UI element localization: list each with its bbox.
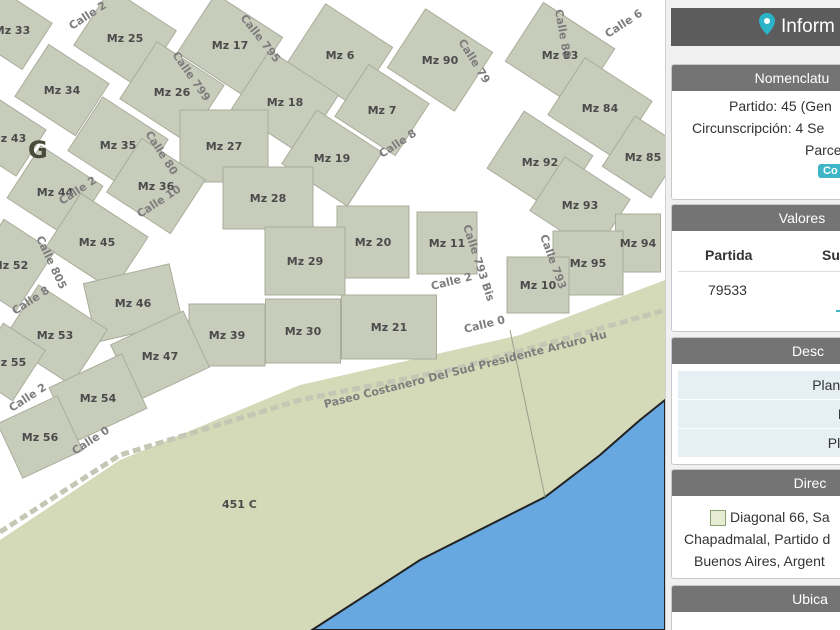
block-label: Mz 52 [0,259,28,272]
ubicacion-card: Ubica [671,585,840,630]
info-mark-icon [836,310,840,312]
block-label: Mz 11 [429,237,466,250]
block-label: Mz 30 [285,325,322,338]
partido-text: Partido: 45 (Gen [729,98,832,114]
direccion-card: Direc Diagonal 66, Sa Chapadmalal, Parti… [671,469,840,579]
block-label: Mz 53 [37,329,74,342]
map-view[interactable]: Mz 33Mz 25Mz 17Mz 6Mz 90Mz 83Mz 34Mz 26M… [0,0,665,630]
block-label: Mz 34 [44,84,81,97]
block-label: Mz 54 [80,392,117,405]
block-label: Mz 6 [326,49,355,62]
copy-badge-button[interactable]: Co [818,164,840,178]
block-label: Mz 29 [287,255,324,268]
block-label: Mz 33 [0,24,30,37]
map-thumbnail-icon[interactable] [710,510,726,526]
direccion-title: Direc [672,470,840,496]
desc-row: Plano [678,371,840,400]
descripcion-card: Desc Plano D Pla [671,337,840,465]
block-label: Mz 46 [115,297,152,310]
block-label: Mz 26 [154,86,191,99]
parcela-text: Parce [805,142,840,158]
circunscripcion-text: Circunscripción: 4 Se [692,120,825,136]
ubicacion-title: Ubica [672,586,840,612]
map-canvas[interactable]: Mz 33Mz 25Mz 17Mz 6Mz 90Mz 83Mz 34Mz 26M… [0,0,665,630]
parcel-label: 451 C [222,498,257,511]
block-label: Mz 55 [0,356,26,369]
block-label: Mz 17 [212,39,249,52]
block-label: Mz 21 [371,321,408,334]
block-label: Mz 27 [206,140,243,153]
descripcion-title: Desc [672,338,840,364]
info-header: Inform [671,8,840,46]
block-label: Mz 28 [250,192,287,205]
block-label: Mz 47 [142,350,179,363]
direccion-line-2: Chapadmalal, Partido d [684,531,831,547]
direccion-line-3: Buenos Aires, Argent [694,553,825,569]
nomenclatura-card: Nomenclatu Partido: 45 (Gen Circunscripc… [671,64,840,200]
direccion-line-1-wrap: Diagonal 66, Sa [684,506,840,528]
block-label: Mz 90 [422,54,459,67]
block-label: Mz 18 [267,96,304,109]
nomenclatura-title: Nomenclatu [672,65,840,91]
zone-letter: G [28,136,48,164]
block-label: Mz 84 [582,102,619,115]
valores-card: Valores Partida Su 79533 [671,204,840,332]
block-label: Mz 94 [620,237,657,250]
block-label: Mz 85 [625,151,662,164]
direccion-line-1: Diagonal 66, Sa [730,509,830,525]
info-panel: Inform Nomenclatu Partido: 45 (Gen Circu… [665,0,840,630]
partida-value: 79533 [708,282,747,298]
desc-row: D [678,400,840,429]
block-label: Mz 35 [100,139,137,152]
block-label: Mz 7 [368,104,397,117]
desc-row: Pla [678,429,840,458]
block-label: Mz 56 [22,431,59,444]
col-partida-header: Partida [705,247,753,263]
valores-title: Valores [672,205,840,231]
block-label: Mz 95 [570,257,607,270]
block-label: Mz 43 [0,132,26,145]
block-label: Mz 39 [209,329,246,342]
block-label: Mz 92 [522,156,559,169]
block-label: Mz 10 [520,279,557,292]
block-label: Mz 20 [355,236,392,249]
block-label: Mz 25 [107,32,144,45]
block-label: Mz 19 [314,152,351,165]
block-label: Mz 93 [562,199,599,212]
block-label: Mz 45 [79,236,116,249]
map-pin-icon [759,13,775,41]
col-su-header: Su [822,247,840,263]
info-header-title: Inform [781,16,835,37]
